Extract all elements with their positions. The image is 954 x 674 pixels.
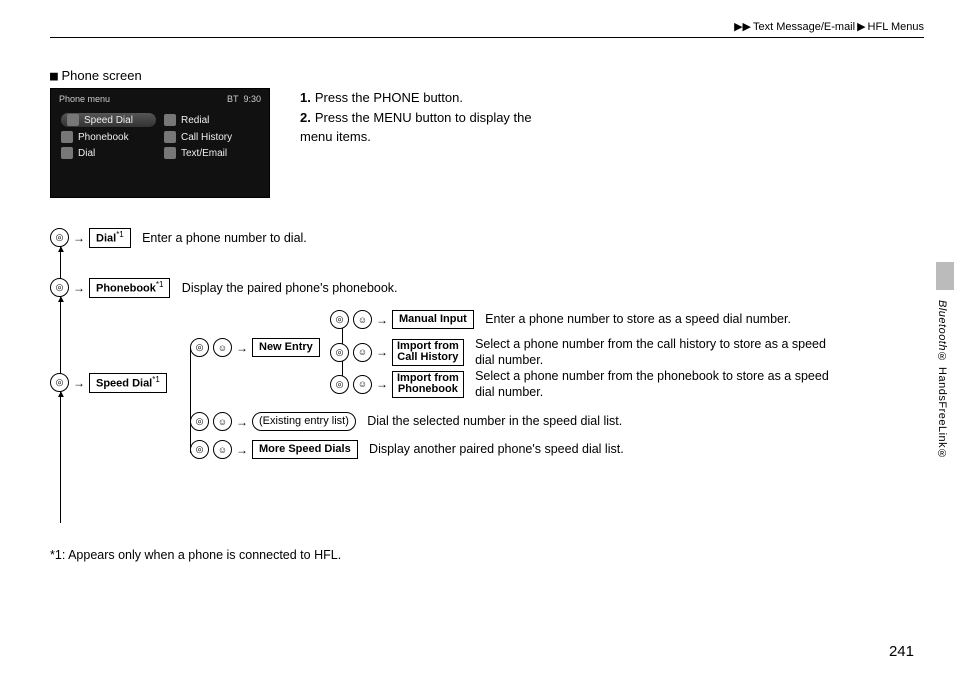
phonebook-label: Phonebook*1 — [89, 278, 170, 298]
steps: 1.Press the PHONE button. 2.Press the ME… — [300, 88, 560, 147]
shot-item-redial: Redial — [164, 113, 259, 127]
dial-control-icon: ◎ — [190, 440, 209, 459]
shot-item-dial: Dial — [61, 147, 156, 159]
node-phonebook: ◎ → Phonebook*1 Display the paired phone… — [50, 278, 398, 298]
import-pb-label: Import fromPhonebook — [392, 371, 464, 398]
clock-icon — [67, 114, 79, 126]
dial-control-icon: ◎ — [190, 412, 209, 431]
import-call-desc: Select a phone number from the call hist… — [475, 336, 835, 369]
new-entry-label: New Entry — [252, 338, 320, 356]
arrow-icon: → — [236, 416, 248, 428]
import-pb-desc: Select a phone number from the phonebook… — [475, 368, 835, 401]
crumb-2: HFL Menus — [868, 21, 924, 33]
node-existing-entry: ◎ ☺ → (Existing entry list) Dial the sel… — [190, 412, 622, 431]
side-label: Bluetooth® HandsFreeLink® — [936, 300, 948, 461]
dial-label: Dial*1 — [89, 228, 131, 248]
shot-item-text-email: Text/Email — [164, 147, 259, 159]
dial-control-icon: ◎ — [330, 343, 349, 362]
more-desc: Display another paired phone's speed dia… — [369, 441, 624, 457]
up-arrow-icon: ▲ — [56, 245, 66, 255]
import-call-label: Import fromCall History — [392, 339, 464, 366]
arrow-icon: → — [376, 378, 388, 390]
dial-control-icon: ◎ — [330, 310, 349, 329]
step-2: Press the MENU button to display the men… — [300, 110, 532, 145]
node-manual-input: ◎ ☺ → Manual Input Enter a phone number … — [330, 310, 791, 329]
thumb-tab — [936, 262, 954, 290]
footnote: *1: Appears only when a phone is connect… — [50, 548, 341, 562]
arrow-icon: → — [73, 377, 85, 389]
node-import-phonebook: ◎ ☺ → Import fromPhonebook Select a phon… — [330, 368, 835, 401]
voice-icon: ☺ — [213, 440, 232, 459]
node-dial: ◎ → Dial*1 Enter a phone number to dial. — [50, 228, 307, 248]
book-icon — [61, 131, 73, 143]
node-more-speed-dials: ◎ ☺ → More Speed Dials Display another p… — [190, 440, 624, 459]
section-title: ■ Phone screen — [50, 68, 924, 84]
node-speed-dial: ◎ → Speed Dial*1 — [50, 373, 167, 393]
breadcrumb: ▶▶Text Message/E-mail▶HFL Menus — [50, 20, 924, 38]
arrow-icon: → — [73, 232, 85, 244]
crumb-1: Text Message/E-mail — [753, 21, 855, 33]
dial-desc: Enter a phone number to dial. — [142, 230, 307, 246]
bt-icon: BT — [227, 94, 239, 104]
arrow-icon: → — [236, 444, 248, 456]
mail-icon — [164, 147, 176, 159]
dial-control-icon: ◎ — [190, 338, 209, 357]
manual-input-desc: Enter a phone number to store as a speed… — [485, 311, 791, 327]
dial-control-icon: ◎ — [330, 375, 349, 394]
up-arrow-icon: ▲ — [56, 295, 66, 305]
shot-title: Phone menu — [59, 94, 110, 104]
voice-icon: ☺ — [213, 338, 232, 357]
voice-icon: ☺ — [353, 375, 372, 394]
page-body: ▶▶Text Message/E-mail▶HFL Menus ■ Phone … — [50, 20, 924, 654]
up-arrow-icon: ▲ — [56, 390, 66, 400]
phone-menu-screenshot: Phone menu BT 9:30 Speed Dial Redial Pho… — [50, 88, 270, 198]
keypad-icon — [61, 147, 73, 159]
manual-input-label: Manual Input — [392, 310, 474, 328]
redial-icon — [164, 114, 176, 126]
existing-label: (Existing entry list) — [252, 412, 356, 430]
branch-line — [190, 348, 191, 453]
arrow-icon: → — [73, 282, 85, 294]
step-1: Press the PHONE button. — [315, 90, 463, 105]
node-new-entry: ◎ ☺ → New Entry — [190, 338, 320, 357]
page-number: 241 — [889, 643, 914, 660]
arrow-icon: → — [236, 342, 248, 354]
voice-icon: ☺ — [213, 412, 232, 431]
shot-item-speed-dial: Speed Dial — [61, 113, 156, 127]
voice-icon: ☺ — [353, 310, 372, 329]
speed-dial-label: Speed Dial*1 — [89, 373, 167, 393]
shot-time: 9:30 — [243, 94, 261, 104]
arrow-icon: → — [376, 314, 388, 326]
shot-item-phonebook: Phonebook — [61, 131, 156, 143]
shot-item-call-history: Call History — [164, 131, 259, 143]
voice-icon: ☺ — [353, 343, 372, 362]
history-icon — [164, 131, 176, 143]
phonebook-desc: Display the paired phone's phonebook. — [182, 280, 398, 296]
arrow-icon: → — [376, 346, 388, 358]
menu-tree: ◎ → Dial*1 Enter a phone number to dial.… — [50, 228, 924, 528]
more-label: More Speed Dials — [252, 440, 358, 458]
existing-desc: Dial the selected number in the speed di… — [367, 413, 622, 429]
node-import-call-history: ◎ ☺ → Import fromCall History Select a p… — [330, 336, 835, 369]
